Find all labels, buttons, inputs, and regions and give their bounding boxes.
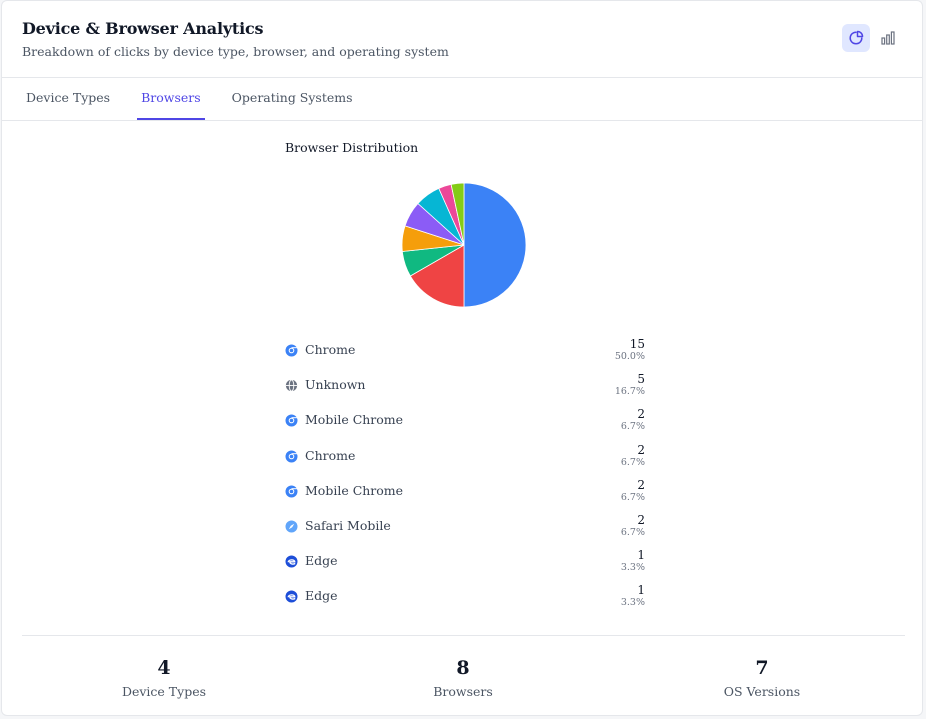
card-title: Device & Browser Analytics [22, 19, 264, 38]
stat-value: 4 [157, 657, 171, 679]
legend-count: 2 [637, 477, 645, 492]
legend-label: Chrome [305, 447, 356, 463]
chrome-icon [285, 485, 298, 498]
tab-device-types[interactable]: Device Types [22, 78, 114, 120]
legend-item: Edge 1 3.3% [285, 548, 645, 583]
stat-label: Device Types [121, 684, 207, 699]
legend-item: Chrome 2 6.7% [285, 443, 645, 478]
edge-icon [285, 555, 298, 568]
chrome-icon [285, 414, 298, 427]
legend-item: Unknown 5 16.7% [285, 372, 645, 407]
legend-label: Chrome [305, 342, 356, 357]
legend-item: Mobile Chrome 2 6.7% [285, 478, 645, 513]
bar-view-button[interactable] [874, 24, 902, 52]
stat-browsers: 8 Browsers [363, 656, 563, 699]
legend-label: Unknown [305, 377, 366, 393]
stats-divider [22, 635, 905, 636]
legend-percent: 6.7% [620, 421, 645, 433]
legend-count: 2 [637, 442, 645, 457]
legend-item: Mobile Chrome 2 6.7% [285, 407, 645, 442]
stat-label: Browsers [433, 684, 493, 699]
stat-label: OS Versions [723, 684, 801, 699]
stat-os-versions: 7 OS Versions [662, 656, 862, 699]
chrome-icon [285, 344, 298, 357]
pie-slice-1 [463, 182, 527, 308]
globe-icon [285, 379, 298, 392]
analytics-card: Device & Browser Analytics Breakdown of … [1, 0, 923, 716]
legend-label: Mobile Chrome [305, 482, 404, 498]
pie-view-button[interactable] [842, 24, 870, 52]
legend-count: 5 [637, 372, 645, 387]
safari-icon [285, 520, 298, 533]
legend-item: Chrome 15 50.0% [285, 337, 645, 372]
legend-percent: 3.3% [620, 562, 645, 574]
card-header: Device & Browser Analytics Breakdown of … [22, 19, 449, 59]
tab-bar: Device Types Browsers Operating Systems [22, 78, 380, 120]
legend-item: Edge 1 3.3% [285, 583, 645, 618]
bar-chart-icon [881, 31, 895, 45]
legend-count: 1 [637, 583, 645, 598]
tab-operating-systems[interactable]: Operating Systems [228, 78, 357, 120]
browser-legend: Chrome 15 50.0% Unknown 5 16.7% Mobile C… [285, 337, 645, 619]
legend-percent: 6.7% [620, 491, 645, 503]
view-toggle [842, 24, 902, 52]
legend-item: Safari Mobile 2 6.7% [285, 513, 645, 548]
legend-percent: 6.7% [620, 456, 645, 468]
tab-browsers[interactable]: Browsers [137, 78, 205, 120]
stat-device-types: 4 Device Types [64, 656, 264, 699]
edge-icon [285, 590, 298, 603]
tabs-divider [2, 120, 922, 121]
chrome-icon [285, 450, 298, 463]
legend-count: 2 [637, 407, 645, 422]
stat-value: 8 [456, 657, 470, 679]
legend-label: Safari Mobile [305, 517, 391, 533]
legend-label: Mobile Chrome [305, 412, 404, 428]
stat-value: 7 [755, 657, 769, 679]
legend-percent: 50.0% [614, 351, 645, 362]
legend-label: Edge [305, 588, 338, 604]
chart-title: Browser Distribution [285, 140, 419, 155]
legend-count: 1 [637, 548, 645, 563]
card-subtitle: Breakdown of clicks by device type, brow… [22, 44, 449, 59]
legend-count: 2 [637, 512, 645, 527]
legend-count: 15 [629, 337, 645, 351]
legend-percent: 16.7% [614, 386, 645, 398]
legend-label: Edge [305, 553, 338, 569]
legend-percent: 6.7% [620, 526, 645, 538]
legend-percent: 3.3% [620, 597, 645, 609]
pie-chart-icon [849, 30, 864, 45]
browser-pie-chart [401, 182, 527, 308]
